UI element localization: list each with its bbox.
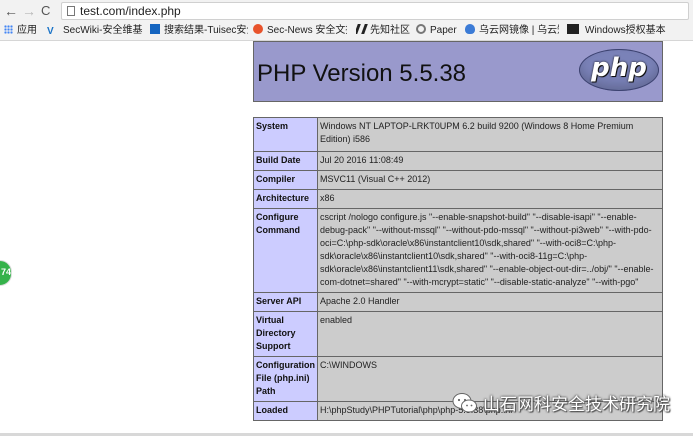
table-row: Build Date Jul 20 2016 11:08:49 [253,151,663,171]
row-key: System [253,117,318,152]
table-row: Configure Command cscript /nologo config… [253,208,663,293]
row-key: Virtual Directory Support [253,311,318,357]
phpinfo-table: System Windows NT LAPTOP-LRKT0UPM 6.2 bu… [253,117,663,421]
row-key: Build Date [253,151,318,171]
secnews-icon [253,24,263,34]
bookmark-label: Paper [430,25,457,36]
bookmarks-bar: 应用 V SecWiki-安全维基 搜索结果-Tuisec安全 Sec-News … [0,22,693,41]
side-badge-label: 74 [1,267,12,277]
bookmark-xianzhi[interactable]: 先知社区 [356,24,412,38]
row-value: Windows NT LAPTOP-LRKT0UPM 6.2 build 920… [317,117,663,152]
address-bar[interactable]: test.com/index.php [61,2,689,20]
table-row: System Windows NT LAPTOP-LRKT0UPM 6.2 bu… [253,117,663,152]
row-value: enabled [317,311,663,357]
page-title: PHP Version 5.5.38 [257,60,467,87]
floating-side-badge[interactable]: 74 [0,260,12,286]
wechat-icon [452,393,477,413]
row-value: x86 [317,189,663,209]
bookmark-label: 应用 [17,25,37,36]
bookmark-label: Sec-News 安全文摘 [267,25,347,36]
back-button[interactable]: ← [4,3,18,19]
bookmark-windows[interactable]: Windows授权基本 [567,24,691,38]
table-row: Server API Apache 2.0 Handler [253,292,663,312]
php-logo[interactable]: php [579,49,659,91]
bookmark-label: 搜索结果-Tuisec安全 [164,25,248,36]
bookmark-wooyun[interactable]: 乌云网镜像 | 乌云知 [465,24,559,38]
table-row: Compiler MSVC11 (Visual C++ 2012) [253,170,663,190]
row-key: Loaded [253,401,318,421]
bookmark-label: Windows授权基本 [585,25,666,36]
row-key: Architecture [253,189,318,209]
row-value: Apache 2.0 Handler [317,292,663,312]
xianzhi-icon [356,24,368,34]
secwiki-icon: V [47,26,54,37]
bookmark-label: 先知社区 [370,25,410,36]
browser-toolbar: ← → C test.com/index.php [0,0,693,22]
row-key: Configuration File (php.ini) Path [253,356,318,402]
table-row: Virtual Directory Support enabled [253,311,663,357]
tuisec-icon [150,24,160,34]
row-value: cscript /nologo configure.js "--enable-s… [317,208,663,293]
bookmark-tuisec[interactable]: 搜索结果-Tuisec安全 [150,24,248,38]
wooyun-icon [465,24,475,34]
row-key: Configure Command [253,208,318,293]
row-value: Jul 20 2016 11:08:49 [317,151,663,171]
paper-icon [416,24,426,34]
forward-button[interactable]: → [22,3,36,19]
windows-icon [567,24,579,34]
bookmark-secwiki[interactable]: V SecWiki-安全维基 [47,24,144,38]
bookmark-apps[interactable]: 应用 [4,24,44,38]
bookmark-label: 乌云网镜像 | 乌云知 [479,25,559,36]
reload-button[interactable]: C [41,3,50,19]
row-key: Compiler [253,170,318,190]
bookmark-label: SecWiki-安全维基 [63,25,143,36]
apps-icon [4,25,13,34]
row-value: MSVC11 (Visual C++ 2012) [317,170,663,190]
row-key: Server API [253,292,318,312]
php-logo-text: php [591,53,647,83]
table-row: Architecture x86 [253,189,663,209]
bookmark-paper[interactable]: Paper [416,24,458,38]
phpinfo-header: PHP Version 5.5.38 php [253,41,663,102]
watermark-text: 山石网科安全技术研究院 [483,395,670,414]
bookmark-secnews[interactable]: Sec-News 安全文摘 [253,24,347,38]
page-icon [67,6,75,16]
url-text[interactable]: test.com/index.php [80,4,181,19]
